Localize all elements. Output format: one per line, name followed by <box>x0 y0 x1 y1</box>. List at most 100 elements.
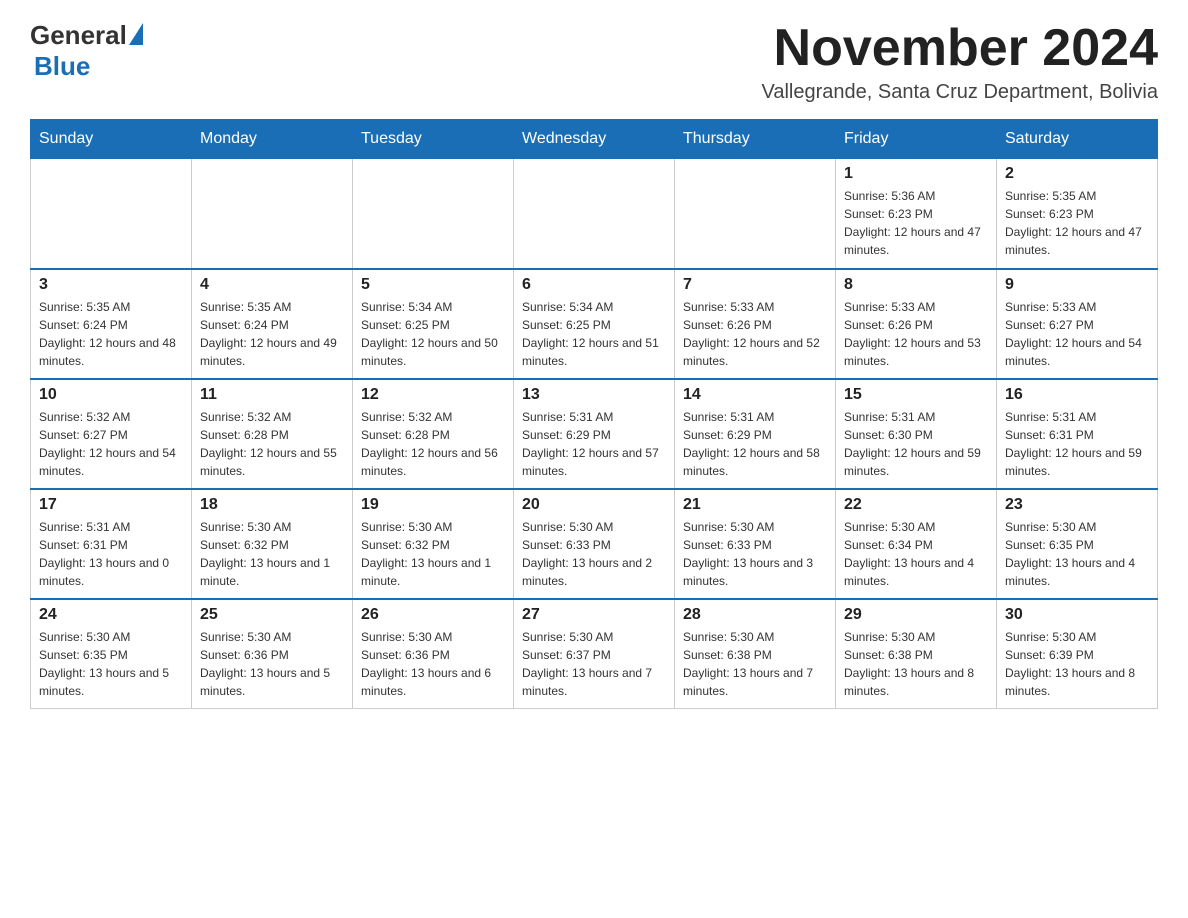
day-number: 25 <box>200 606 344 624</box>
title-section: November 2024 Vallegrande, Santa Cruz De… <box>761 20 1158 104</box>
calendar-cell: 30 Sunrise: 5:30 AM Sunset: 6:39 PM Dayli… <box>997 599 1158 709</box>
calendar-week-row: 3 Sunrise: 5:35 AM Sunset: 6:24 PM Daylig… <box>31 269 1158 379</box>
day-number: 29 <box>844 606 988 624</box>
calendar-cell: 29 Sunrise: 5:30 AM Sunset: 6:38 PM Dayli… <box>836 599 997 709</box>
day-number: 14 <box>683 386 827 404</box>
calendar-week-row: 24 Sunrise: 5:30 AM Sunset: 6:35 PM Dayli… <box>31 599 1158 709</box>
calendar-cell: 18 Sunrise: 5:30 AM Sunset: 6:32 PM Dayli… <box>192 489 353 599</box>
calendar-cell: 16 Sunrise: 5:31 AM Sunset: 6:31 PM Dayli… <box>997 379 1158 489</box>
calendar-cell: 3 Sunrise: 5:35 AM Sunset: 6:24 PM Daylig… <box>31 269 192 379</box>
day-info: Sunrise: 5:31 AM Sunset: 6:29 PM Dayligh… <box>522 408 666 480</box>
day-info: Sunrise: 5:30 AM Sunset: 6:32 PM Dayligh… <box>361 518 505 590</box>
calendar-cell: 14Sunrise: 5:31 AM Sunset: 6:29 PM Dayli… <box>675 379 836 489</box>
month-year-title: November 2024 <box>761 20 1158 77</box>
calendar-cell: 8Sunrise: 5:33 AM Sunset: 6:26 PM Daylig… <box>836 269 997 379</box>
day-info: Sunrise: 5:35 AM Sunset: 6:24 PM Dayligh… <box>39 298 183 370</box>
calendar-cell: 2 Sunrise: 5:35 AM Sunset: 6:23 PM Daylig… <box>997 159 1158 269</box>
day-number: 18 <box>200 496 344 514</box>
day-number: 9 <box>1005 276 1149 294</box>
calendar-week-row: 1Sunrise: 5:36 AM Sunset: 6:23 PM Daylig… <box>31 159 1158 269</box>
day-info: Sunrise: 5:34 AM Sunset: 6:25 PM Dayligh… <box>522 298 666 370</box>
day-number: 16 <box>1005 386 1149 404</box>
calendar-cell: 27 Sunrise: 5:30 AM Sunset: 6:37 PM Dayli… <box>514 599 675 709</box>
calendar-cell: 25 Sunrise: 5:30 AM Sunset: 6:36 PM Dayli… <box>192 599 353 709</box>
day-number: 4 <box>200 276 344 294</box>
day-number: 27 <box>522 606 666 624</box>
day-number: 6 <box>522 276 666 294</box>
day-number: 30 <box>1005 606 1149 624</box>
day-number: 10 <box>39 386 183 404</box>
day-info: Sunrise: 5:31 AM Sunset: 6:30 PM Dayligh… <box>844 408 988 480</box>
day-info: Sunrise: 5:30 AM Sunset: 6:34 PM Dayligh… <box>844 518 988 590</box>
day-info: Sunrise: 5:30 AM Sunset: 6:32 PM Dayligh… <box>200 518 344 590</box>
day-info: Sunrise: 5:30 AM Sunset: 6:38 PM Dayligh… <box>844 628 988 700</box>
day-number: 28 <box>683 606 827 624</box>
day-info: Sunrise: 5:30 AM Sunset: 6:37 PM Dayligh… <box>522 628 666 700</box>
calendar-cell: 15 Sunrise: 5:31 AM Sunset: 6:30 PM Dayli… <box>836 379 997 489</box>
logo-blue-text: Blue <box>34 51 90 82</box>
day-info: Sunrise: 5:35 AM Sunset: 6:23 PM Dayligh… <box>1005 187 1149 259</box>
day-number: 20 <box>522 496 666 514</box>
day-info: Sunrise: 5:30 AM Sunset: 6:33 PM Dayligh… <box>683 518 827 590</box>
logo: General Blue <box>30 20 143 82</box>
calendar-header-thursday: Thursday <box>675 120 836 159</box>
day-number: 3 <box>39 276 183 294</box>
calendar-cell: 20 Sunrise: 5:30 AM Sunset: 6:33 PM Dayli… <box>514 489 675 599</box>
day-info: Sunrise: 5:34 AM Sunset: 6:25 PM Dayligh… <box>361 298 505 370</box>
calendar-cell: 28Sunrise: 5:30 AM Sunset: 6:38 PM Dayli… <box>675 599 836 709</box>
day-number: 11 <box>200 386 344 404</box>
day-info: Sunrise: 5:30 AM Sunset: 6:35 PM Dayligh… <box>1005 518 1149 590</box>
calendar-table: SundayMondayTuesdayWednesdayThursdayFrid… <box>30 119 1158 709</box>
page-header: General Blue November 2024 Vallegrande, … <box>30 20 1158 104</box>
day-number: 17 <box>39 496 183 514</box>
calendar-cell: 13 Sunrise: 5:31 AM Sunset: 6:29 PM Dayli… <box>514 379 675 489</box>
day-number: 26 <box>361 606 505 624</box>
calendar-cell: 1Sunrise: 5:36 AM Sunset: 6:23 PM Daylig… <box>836 159 997 269</box>
calendar-cell: 4 Sunrise: 5:35 AM Sunset: 6:24 PM Daylig… <box>192 269 353 379</box>
calendar-cell <box>31 159 192 269</box>
day-number: 7 <box>683 276 827 294</box>
day-info: Sunrise: 5:35 AM Sunset: 6:24 PM Dayligh… <box>200 298 344 370</box>
calendar-week-row: 10 Sunrise: 5:32 AM Sunset: 6:27 PM Dayli… <box>31 379 1158 489</box>
day-info: Sunrise: 5:30 AM Sunset: 6:33 PM Dayligh… <box>522 518 666 590</box>
calendar-header-wednesday: Wednesday <box>514 120 675 159</box>
calendar-cell: 6 Sunrise: 5:34 AM Sunset: 6:25 PM Daylig… <box>514 269 675 379</box>
day-info: Sunrise: 5:30 AM Sunset: 6:36 PM Dayligh… <box>200 628 344 700</box>
calendar-cell: 22 Sunrise: 5:30 AM Sunset: 6:34 PM Dayli… <box>836 489 997 599</box>
day-number: 24 <box>39 606 183 624</box>
day-number: 15 <box>844 386 988 404</box>
day-number: 5 <box>361 276 505 294</box>
calendar-cell <box>192 159 353 269</box>
day-info: Sunrise: 5:33 AM Sunset: 6:27 PM Dayligh… <box>1005 298 1149 370</box>
day-number: 1 <box>844 165 988 183</box>
calendar-cell: 9 Sunrise: 5:33 AM Sunset: 6:27 PM Daylig… <box>997 269 1158 379</box>
calendar-cell: 24 Sunrise: 5:30 AM Sunset: 6:35 PM Dayli… <box>31 599 192 709</box>
day-info: Sunrise: 5:32 AM Sunset: 6:28 PM Dayligh… <box>361 408 505 480</box>
day-number: 13 <box>522 386 666 404</box>
logo-triangle-icon <box>129 23 143 45</box>
calendar-cell: 12 Sunrise: 5:32 AM Sunset: 6:28 PM Dayli… <box>353 379 514 489</box>
day-info: Sunrise: 5:31 AM Sunset: 6:31 PM Dayligh… <box>39 518 183 590</box>
day-info: Sunrise: 5:31 AM Sunset: 6:31 PM Dayligh… <box>1005 408 1149 480</box>
day-info: Sunrise: 5:33 AM Sunset: 6:26 PM Dayligh… <box>844 298 988 370</box>
calendar-cell <box>675 159 836 269</box>
day-number: 12 <box>361 386 505 404</box>
day-info: Sunrise: 5:32 AM Sunset: 6:27 PM Dayligh… <box>39 408 183 480</box>
calendar-cell: 19 Sunrise: 5:30 AM Sunset: 6:32 PM Dayli… <box>353 489 514 599</box>
day-number: 2 <box>1005 165 1149 183</box>
calendar-cell: 7 Sunrise: 5:33 AM Sunset: 6:26 PM Daylig… <box>675 269 836 379</box>
calendar-cell: 5 Sunrise: 5:34 AM Sunset: 6:25 PM Daylig… <box>353 269 514 379</box>
day-number: 23 <box>1005 496 1149 514</box>
day-number: 22 <box>844 496 988 514</box>
day-number: 21 <box>683 496 827 514</box>
calendar-cell: 26 Sunrise: 5:30 AM Sunset: 6:36 PM Dayli… <box>353 599 514 709</box>
calendar-header-friday: Friday <box>836 120 997 159</box>
calendar-header-tuesday: Tuesday <box>353 120 514 159</box>
day-info: Sunrise: 5:33 AM Sunset: 6:26 PM Dayligh… <box>683 298 827 370</box>
day-info: Sunrise: 5:30 AM Sunset: 6:35 PM Dayligh… <box>39 628 183 700</box>
day-number: 19 <box>361 496 505 514</box>
day-info: Sunrise: 5:30 AM Sunset: 6:39 PM Dayligh… <box>1005 628 1149 700</box>
day-info: Sunrise: 5:32 AM Sunset: 6:28 PM Dayligh… <box>200 408 344 480</box>
calendar-cell: 10 Sunrise: 5:32 AM Sunset: 6:27 PM Dayli… <box>31 379 192 489</box>
day-info: Sunrise: 5:30 AM Sunset: 6:36 PM Dayligh… <box>361 628 505 700</box>
